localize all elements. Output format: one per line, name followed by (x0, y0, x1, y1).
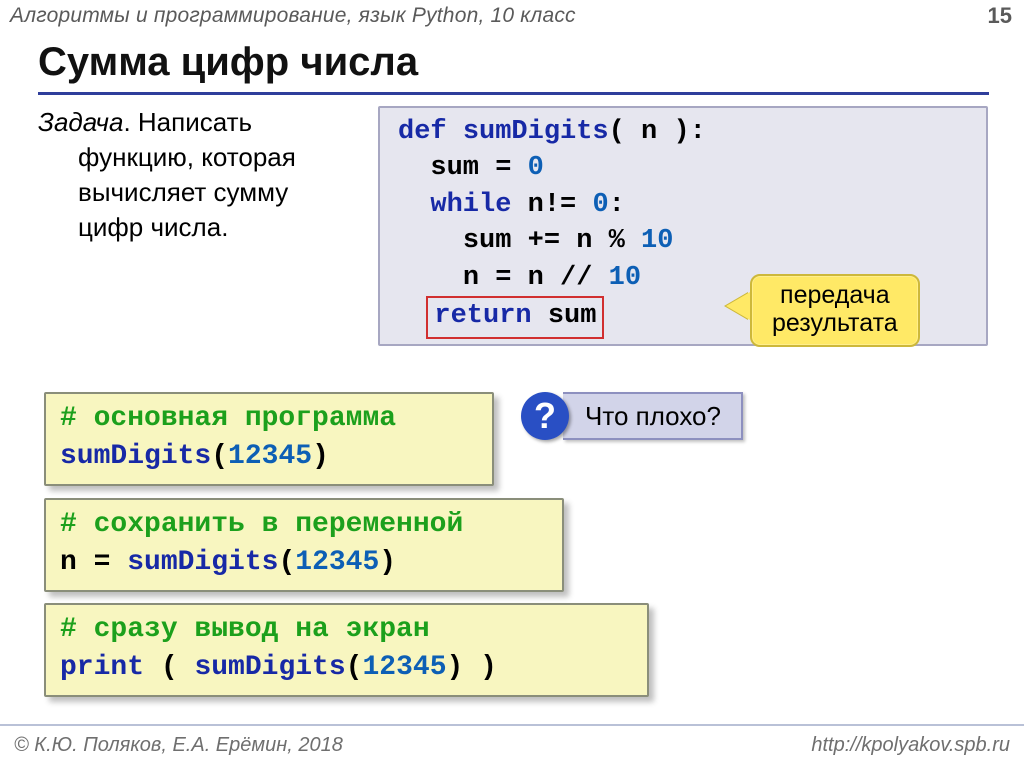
ex1-line2: sumDigits(12345) (60, 438, 476, 476)
task-label: Задача (38, 107, 123, 137)
code-line-2: sum = 0 (398, 150, 976, 186)
code-line-4: sum += n % 10 (398, 223, 976, 259)
example-box-1: # основная программа sumDigits(12345) (44, 392, 494, 486)
question-callout: ? Что плохо? (521, 392, 743, 440)
callout-tail (726, 292, 750, 320)
footer-url: http://kpolyakov.spb.ru (811, 734, 1010, 757)
example-box-2: # сохранить в переменной n = sumDigits(1… (44, 498, 564, 592)
ex2-line1: # сохранить в переменной (60, 506, 546, 544)
course-title: Алгоритмы и программирование, язык Pytho… (10, 4, 576, 28)
task-body-first: . Написать (123, 107, 252, 137)
ex3-line1: # сразу вывод на экран (60, 611, 631, 649)
page-title: Сумма цифр числа (38, 40, 418, 85)
header-bar: Алгоритмы и программирование, язык Pytho… (0, 0, 1024, 32)
title-underline (38, 92, 989, 95)
footer-copyright: © К.Ю. Поляков, Е.А. Ерёмин, 2018 (14, 734, 343, 757)
callout-line1: передача (780, 281, 890, 309)
question-mark-icon: ? (521, 392, 569, 440)
ex1-line1: # основная программа (60, 400, 476, 438)
code-line-1: def sumDigits( n ): (398, 114, 976, 150)
task-body-rest: функцию, котораявычисляет суммуцифр числ… (78, 140, 368, 245)
footer: © К.Ю. Поляков, Е.А. Ерёмин, 2018 http:/… (0, 724, 1024, 767)
callout-line2: результата (772, 309, 898, 337)
task-statement: Задача. Написатьфункцию, котораявычисляе… (38, 105, 368, 245)
return-highlight: return sum (426, 296, 604, 338)
code-line-3: while n!= 0: (398, 187, 976, 223)
question-text: Что плохо? (563, 392, 743, 440)
ex2-line2: n = sumDigits(12345) (60, 544, 546, 582)
example-box-3: # сразу вывод на экран print ( sumDigits… (44, 603, 649, 697)
callout-return: передача результата (750, 274, 920, 347)
callout-body: передача результата (750, 274, 920, 347)
page-number: 15 (988, 3, 1012, 29)
ex3-line2: print ( sumDigits(12345) ) (60, 649, 631, 687)
